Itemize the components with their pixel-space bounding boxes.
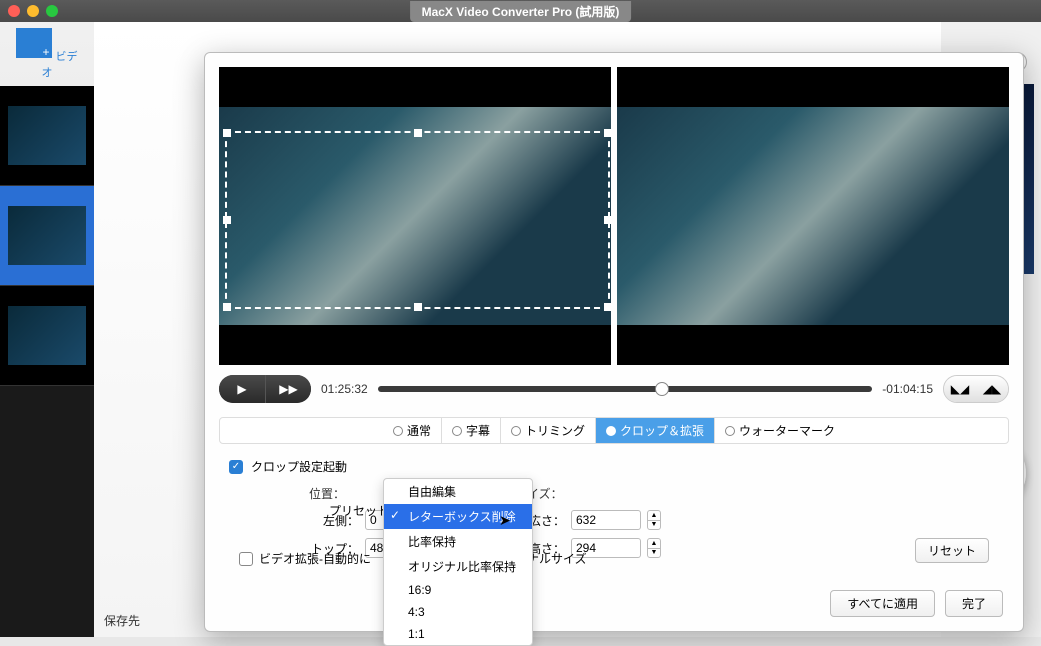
crop-handle-bl[interactable] bbox=[223, 303, 231, 311]
tab-trimming[interactable]: トリミング bbox=[501, 418, 596, 443]
titlebar: MacX Video Converter Pro (試用版) bbox=[0, 0, 1041, 22]
playback-slider[interactable] bbox=[378, 386, 873, 392]
app-title: MacX Video Converter Pro (試用版) bbox=[410, 1, 632, 22]
slider-thumb[interactable] bbox=[655, 382, 669, 396]
expand-checkbox[interactable] bbox=[239, 552, 253, 566]
tab-normal[interactable]: 通常 bbox=[383, 418, 442, 443]
minimize-window-button[interactable] bbox=[27, 5, 39, 17]
size-header: サイズ： bbox=[515, 485, 661, 502]
dropdown-item[interactable]: 1:1 bbox=[384, 623, 532, 645]
width-stepper[interactable]: ▲▼ bbox=[647, 510, 661, 530]
dropdown-item[interactable]: 自由編集 bbox=[384, 479, 532, 504]
crop-handle-br[interactable] bbox=[604, 303, 612, 311]
edit-modal: ▶ ▶▶ 01:25:32 -01:04:15 ◣◢ ◢◣ 通常 字幕 トリミン… bbox=[204, 52, 1024, 632]
playback-controls: ▶ ▶▶ bbox=[219, 375, 311, 403]
thumbnail-item[interactable] bbox=[0, 186, 94, 286]
crop-selection[interactable] bbox=[225, 131, 610, 309]
dropdown-item[interactable]: 比率保持 bbox=[384, 529, 532, 554]
window-controls bbox=[8, 5, 58, 17]
close-window-button[interactable] bbox=[8, 5, 20, 17]
play-button[interactable]: ▶ bbox=[219, 375, 265, 403]
cursor-icon: ➤ bbox=[499, 512, 511, 529]
fast-forward-button[interactable]: ▶▶ bbox=[265, 375, 311, 403]
expand-label: ビデオ拡張-自動的に bbox=[259, 550, 371, 567]
maximize-window-button[interactable] bbox=[46, 5, 58, 17]
edit-tabs: 通常 字幕 トリミング クロップ＆拡張 ウォーターマーク bbox=[219, 417, 1009, 444]
current-time: 01:25:32 bbox=[321, 382, 368, 396]
height-stepper[interactable]: ▲▼ bbox=[647, 538, 661, 558]
add-video-icon: + bbox=[16, 28, 52, 58]
crop-handle-rc[interactable] bbox=[604, 216, 612, 224]
enable-crop-checkbox[interactable]: ✓ bbox=[229, 460, 243, 474]
left-sidebar: + ビデオ bbox=[0, 22, 94, 637]
svg-text:+: + bbox=[43, 45, 50, 58]
tab-subtitle[interactable]: 字幕 bbox=[442, 418, 501, 443]
enable-crop-label: クロップ設定起動 bbox=[251, 458, 347, 475]
flip-horizontal-button[interactable]: ◣◢ bbox=[944, 376, 976, 402]
dropdown-item[interactable]: オリジナル比率保持 bbox=[384, 554, 532, 579]
preview-original[interactable] bbox=[219, 67, 611, 365]
tab-watermark[interactable]: ウォーターマーク bbox=[715, 418, 845, 443]
flip-vertical-button[interactable]: ◢◣ bbox=[976, 376, 1008, 402]
reset-button[interactable]: リセット bbox=[915, 538, 989, 563]
thumbnail-item[interactable] bbox=[0, 286, 94, 386]
remaining-time: -01:04:15 bbox=[882, 382, 933, 396]
dropdown-item[interactable]: 16:9 bbox=[384, 579, 532, 601]
crop-handle-bc[interactable] bbox=[414, 303, 422, 311]
dropdown-item[interactable]: 4:3 bbox=[384, 601, 532, 623]
save-destination-label: 保存先 bbox=[104, 612, 140, 629]
tab-crop[interactable]: クロップ＆拡張 bbox=[596, 418, 715, 443]
done-button[interactable]: 完了 bbox=[945, 590, 1003, 617]
thumbnail-list bbox=[0, 86, 94, 637]
apply-all-button[interactable]: すべてに適用 bbox=[830, 590, 935, 617]
crop-handle-tl[interactable] bbox=[223, 129, 231, 137]
crop-handle-lc[interactable] bbox=[223, 216, 231, 224]
crop-handle-tr[interactable] bbox=[604, 129, 612, 137]
flip-controls: ◣◢ ◢◣ bbox=[943, 375, 1009, 403]
thumbnail-item[interactable] bbox=[0, 86, 94, 186]
crop-handle-tc[interactable] bbox=[414, 129, 422, 137]
add-video-button[interactable]: + ビデオ bbox=[12, 22, 82, 86]
width-input[interactable] bbox=[571, 510, 641, 530]
preset-dropdown[interactable]: 自由編集 レターボックス削除 比率保持 オリジナル比率保持 16:9 4:3 1… bbox=[383, 478, 533, 646]
preview-result bbox=[617, 67, 1009, 365]
